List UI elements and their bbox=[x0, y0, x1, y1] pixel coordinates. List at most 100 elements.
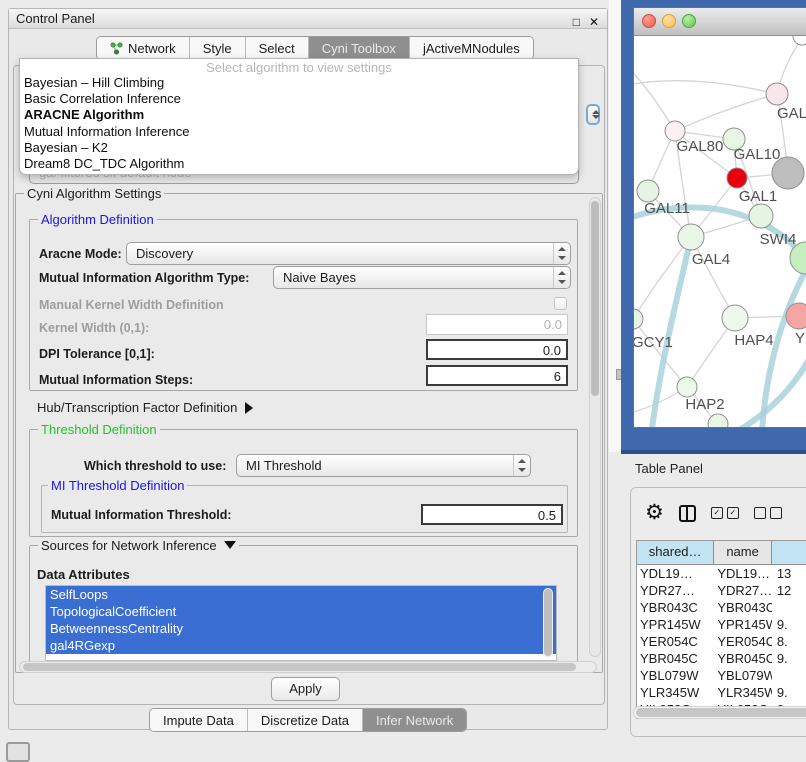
dpi-tolerance-field[interactable]: 0.0 bbox=[426, 339, 568, 360]
algorithm-definition-title: Algorithm Definition bbox=[38, 212, 157, 227]
network-node-red[interactable] bbox=[727, 168, 747, 188]
combo-arrows-icon bbox=[513, 455, 530, 476]
table-row[interactable]: YLR345WYLR345W9. bbox=[637, 684, 806, 701]
scrollbar-thumb[interactable] bbox=[544, 589, 552, 656]
cyni-algorithm-settings-title: Cyni Algorithm Settings bbox=[24, 186, 164, 201]
table-cell: YBR043C bbox=[637, 599, 714, 616]
table-cell: YLR345W bbox=[637, 684, 714, 701]
checked-box-icon: ✓ bbox=[711, 507, 723, 519]
network-label-gal80: GAL80 bbox=[677, 138, 724, 155]
kernel-width-field[interactable]: 0.0 bbox=[426, 314, 568, 335]
table-row[interactable]: YBR045CYBR045C9. bbox=[637, 650, 806, 667]
dropdown-item-aracne-algorithm[interactable]: ARACNE Algorithm bbox=[20, 107, 578, 123]
table-row[interactable]: YPR145WYPR145W9. bbox=[637, 616, 806, 633]
close-traffic-light-icon[interactable] bbox=[642, 14, 656, 28]
gear-icon[interactable]: ⚙ bbox=[645, 502, 664, 524]
mi-type-label: Mutual Information Algorithm Type: bbox=[39, 271, 249, 285]
network-label-gal11: GAL11 bbox=[644, 200, 690, 217]
data-attributes-list[interactable]: SelfLoopsTopologicalCoefficientBetweenne… bbox=[45, 585, 557, 661]
aracne-mode-combo[interactable]: Discovery bbox=[126, 242, 571, 265]
attribute-item-topologicalcoefficient[interactable]: TopologicalCoefficient bbox=[46, 603, 556, 620]
attributes-list-scrollbar[interactable] bbox=[543, 588, 553, 658]
dropdown-item-bayesian-hill-climbing[interactable]: Bayesian – Hill Climbing bbox=[20, 75, 578, 91]
scrollbar-thumb[interactable] bbox=[636, 708, 806, 717]
tab-style[interactable]: Style bbox=[189, 37, 245, 59]
table-cell: YBR045C bbox=[637, 650, 714, 667]
column-header-col2[interactable] bbox=[772, 541, 806, 564]
deselect-all-columns-icon[interactable] bbox=[754, 507, 782, 519]
manual-kernel-checkbox[interactable] bbox=[554, 297, 567, 310]
column-header-shared-[interactable]: shared… bbox=[637, 541, 714, 564]
network-node-gal1[interactable] bbox=[749, 204, 773, 228]
network-canvas[interactable]: GALGAL80GAL10GAL1GAL11SWI4GAL4GCY1HAP4YH… bbox=[634, 36, 806, 427]
tab-select[interactable]: Select bbox=[245, 37, 308, 59]
tab-infer-network[interactable]: Infer Network bbox=[362, 709, 466, 731]
table-row[interactable]: YDL19…YDL19…13 bbox=[637, 565, 806, 582]
apply-button[interactable]: Apply bbox=[271, 677, 340, 701]
mi-type-value: Naive Bayes bbox=[283, 270, 553, 285]
algorithm-combo-arrow-button[interactable] bbox=[586, 104, 600, 125]
table-cell: YDR27… bbox=[637, 582, 714, 599]
table-horizontal-scrollbar[interactable] bbox=[633, 706, 806, 719]
table-header-row: shared…name bbox=[637, 541, 806, 565]
network-node-gal11[interactable] bbox=[637, 180, 659, 202]
minimize-traffic-light-icon[interactable] bbox=[662, 14, 676, 28]
network-node-gal4[interactable] bbox=[678, 224, 704, 250]
scrollbar-thumb[interactable] bbox=[23, 663, 576, 671]
settings-vertical-scrollbar[interactable] bbox=[589, 197, 601, 657]
panel-splitter[interactable] bbox=[609, 0, 621, 452]
network-edge bbox=[675, 94, 777, 131]
attribute-item-gal4rgexp[interactable]: gal4RGexp bbox=[46, 637, 556, 654]
table-cell: YPR145W bbox=[637, 616, 714, 633]
network-node-hap2[interactable] bbox=[677, 377, 697, 397]
dropdown-item-dream8-dc-tdc-algorithm[interactable]: Dream8 DC_TDC Algorithm bbox=[20, 156, 578, 172]
zoom-traffic-light-icon[interactable] bbox=[682, 14, 696, 28]
attribute-item-selfloops[interactable]: SelfLoops bbox=[46, 586, 556, 603]
tab-network[interactable]: Network bbox=[97, 37, 189, 59]
table-row[interactable]: YDR27…YDR27…12 bbox=[637, 582, 806, 599]
network-node-gcy1[interactable] bbox=[634, 309, 643, 329]
unchecked-box-icon bbox=[770, 507, 782, 519]
tab-label: Infer Network bbox=[376, 713, 453, 728]
table-cell bbox=[772, 667, 806, 684]
network-view-window: GALGAL80GAL10GAL1GAL11SWI4GAL4GCY1HAP4YH… bbox=[633, 7, 806, 428]
select-all-columns-icon[interactable]: ✓ ✓ bbox=[711, 507, 739, 519]
network-node-hap4[interactable] bbox=[722, 305, 748, 331]
which-threshold-combo[interactable]: MI Threshold bbox=[236, 454, 531, 477]
hub-definition-toggle[interactable]: Hub/Transcription Factor Definition bbox=[37, 400, 253, 415]
mi-threshold-field[interactable]: 0.5 bbox=[421, 504, 563, 525]
table-row[interactable]: YER054CYER054C8. bbox=[637, 633, 806, 650]
network-window-titlebar[interactable] bbox=[634, 8, 806, 36]
float-window-icon[interactable]: □ bbox=[573, 12, 580, 32]
tab-cyni-toolbox[interactable]: Cyni Toolbox bbox=[308, 37, 409, 59]
data-attributes-items: SelfLoopsTopologicalCoefficientBetweenne… bbox=[46, 586, 556, 654]
mi-steps-field[interactable]: 6 bbox=[426, 365, 568, 386]
attribute-item-betweennesscentrality[interactable]: BetweennessCentrality bbox=[46, 620, 556, 637]
tab-label: Network bbox=[128, 41, 176, 56]
split-columns-icon[interactable] bbox=[679, 505, 696, 522]
mi-type-combo[interactable]: Naive Bayes bbox=[273, 266, 571, 289]
network-node-gal-top[interactable] bbox=[766, 83, 788, 105]
tab-discretize-data[interactable]: Discretize Data bbox=[247, 709, 362, 731]
close-window-icon[interactable]: ✕ bbox=[589, 12, 599, 32]
network-label-y: Y bbox=[795, 330, 805, 347]
sources-toggle[interactable]: Sources for Network Inference bbox=[38, 538, 239, 553]
which-threshold-value: MI Threshold bbox=[246, 458, 513, 473]
mi-threshold-group-title: MI Threshold Definition bbox=[48, 478, 187, 493]
tab-jactivemnodules[interactable]: jActiveMNodules bbox=[409, 37, 533, 59]
table-row[interactable]: YBR043CYBR043C bbox=[637, 599, 806, 616]
network-node-top-partial[interactable] bbox=[793, 36, 806, 45]
table-row[interactable]: YBL079WYBL079W bbox=[637, 667, 806, 684]
docked-panel-icon[interactable] bbox=[6, 742, 30, 762]
control-panel-title: Control Panel bbox=[16, 11, 95, 26]
dropdown-item-basic-correlation-inference[interactable]: Basic Correlation Inference bbox=[20, 91, 578, 107]
table-toolbar: ⚙ ✓ ✓ bbox=[645, 500, 806, 526]
settings-horizontal-scrollbar[interactable] bbox=[19, 661, 597, 673]
dropdown-item-bayesian-k2[interactable]: Bayesian – K2 bbox=[20, 140, 578, 156]
scrollbar-thumb[interactable] bbox=[591, 201, 599, 396]
column-header-name[interactable]: name bbox=[714, 541, 772, 564]
expanded-arrow-icon bbox=[224, 541, 236, 549]
table-cell: YER054C bbox=[714, 633, 772, 650]
dropdown-item-mutual-information-inference[interactable]: Mutual Information Inference bbox=[20, 124, 578, 140]
tab-impute-data[interactable]: Impute Data bbox=[150, 709, 247, 731]
